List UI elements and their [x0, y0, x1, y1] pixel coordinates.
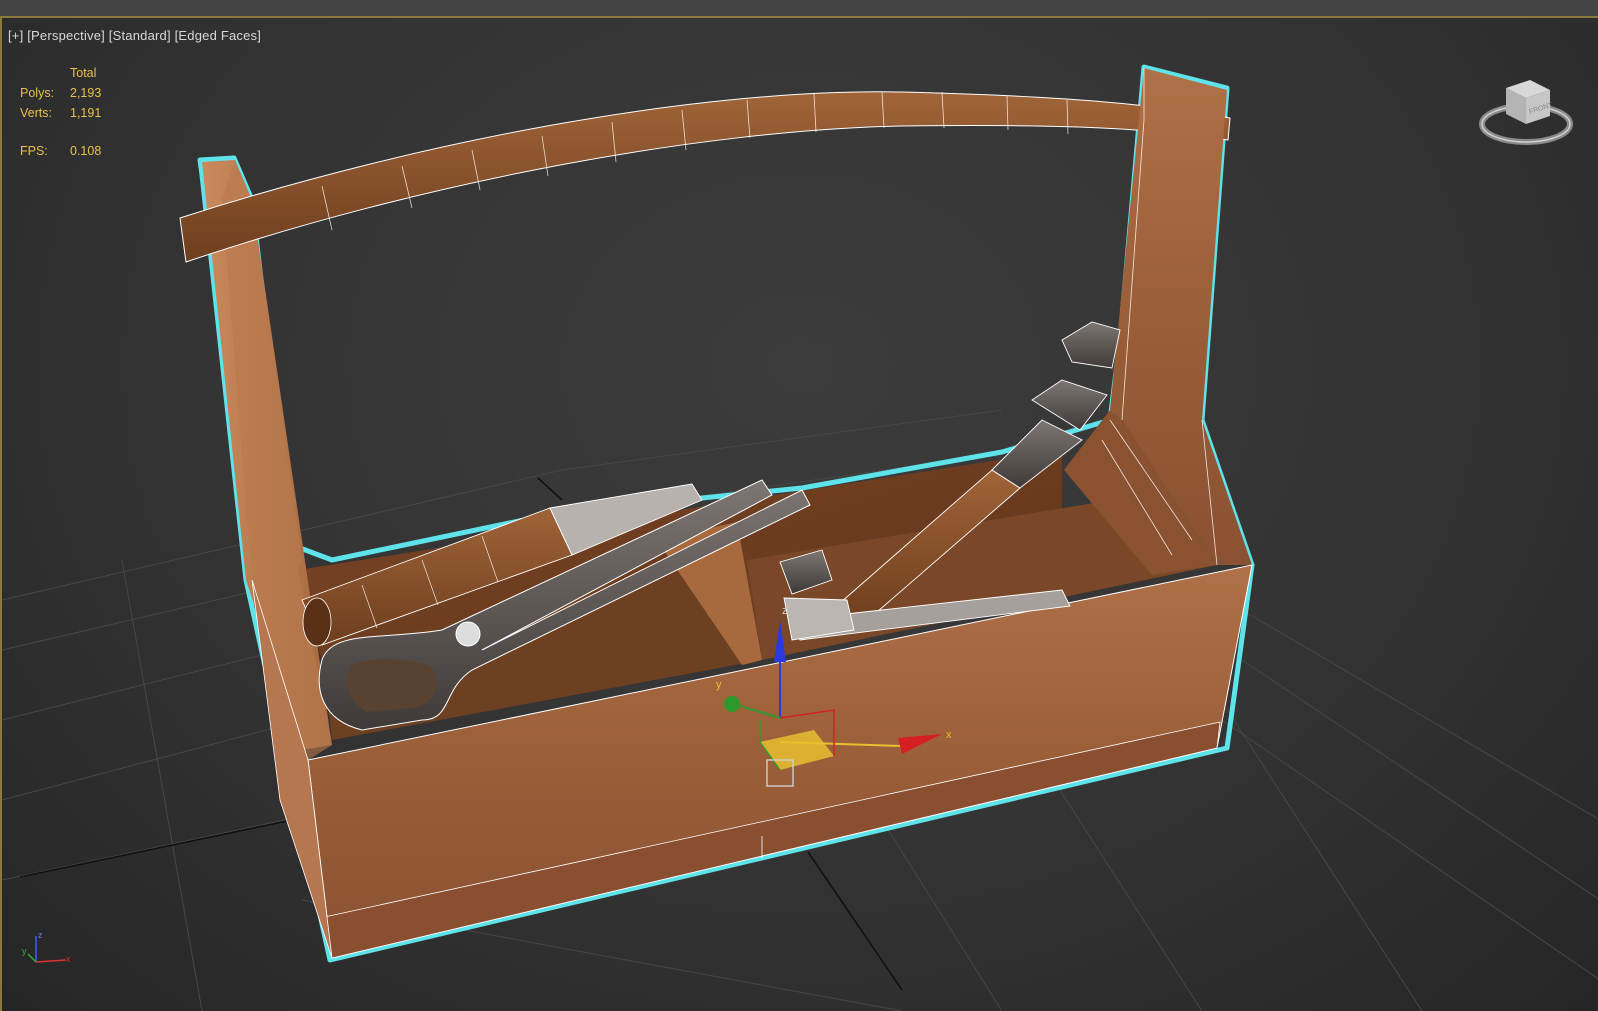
toolbox-model[interactable]: [179, 64, 1255, 963]
fps-label: FPS:: [20, 144, 48, 158]
fps-value: 0.108: [70, 144, 102, 158]
viewcube-icon[interactable]: FRONT: [1478, 62, 1574, 158]
axis-tripod-icon: z x y: [22, 930, 71, 964]
polys-label: Polys:: [20, 86, 55, 100]
viewport-general-menu[interactable]: [+]: [8, 28, 23, 43]
verts-value: 1,191: [70, 106, 102, 120]
viewport-point-of-view-menu[interactable]: [Perspective]: [27, 28, 105, 43]
gizmo-y-label: y: [716, 679, 722, 691]
viewport-label-menu: [+] [Perspective] [Standard] [Edged Face…: [8, 28, 261, 43]
tripod-y-label: y: [22, 946, 27, 956]
gizmo-z-label: z: [782, 605, 788, 617]
viewport-title-bar: [0, 0, 1598, 18]
polys-value: 2,193: [70, 86, 102, 100]
viewport-display-mode-menu[interactable]: [Edged Faces]: [175, 28, 261, 43]
toolbox-handle-bar: [179, 91, 1231, 263]
tripod-x-label: x: [66, 954, 71, 964]
tripod-z-label: z: [38, 930, 43, 940]
stats-header: Total: [70, 66, 97, 80]
viewport-statistics: Total Polys: 2,193 Verts: 1,191 FPS: 0.108: [20, 66, 101, 164]
scene-view[interactable]: x y z: [2, 18, 1598, 1011]
gizmo-x-label: x: [946, 729, 952, 741]
verts-label: Verts:: [20, 106, 52, 120]
viewport-shading-menu[interactable]: [Standard]: [109, 28, 171, 43]
perspective-viewport[interactable]: x y z [+] [Perspective] [Standard] [Edge…: [0, 18, 1598, 1011]
